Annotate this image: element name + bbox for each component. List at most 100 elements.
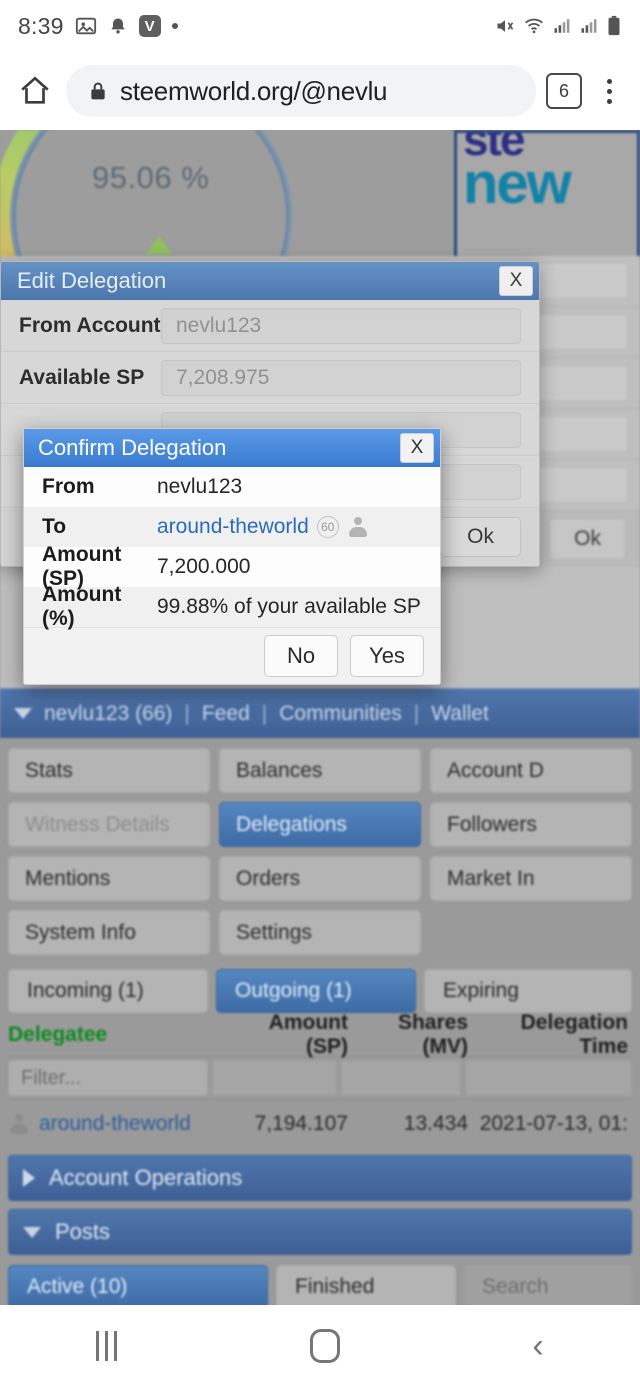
nav-link-communities[interactable]: Communities bbox=[279, 702, 402, 726]
menu-item-balances[interactable]: Balances bbox=[219, 748, 421, 793]
table-row[interactable]: around-theworld 7,194.107 13.434 2021-07… bbox=[8, 1099, 632, 1147]
cell-shares-mv: 13.434 bbox=[403, 1111, 468, 1135]
column-shares-mv[interactable]: Shares (MV) bbox=[348, 1011, 468, 1059]
posts-search-input[interactable]: Search bbox=[464, 1265, 632, 1305]
section-posts[interactable]: Posts bbox=[8, 1209, 632, 1255]
recent-apps-icon[interactable] bbox=[96, 1331, 118, 1361]
table-filter-row: Filter... bbox=[8, 1057, 632, 1099]
delegatee-name[interactable]: around-theworld bbox=[39, 1112, 191, 1136]
tab-finished-posts[interactable]: Finished bbox=[276, 1265, 456, 1305]
tab-expiring[interactable]: Expiring bbox=[424, 969, 632, 1013]
menu-item-witness-details[interactable]: Witness Details bbox=[8, 802, 210, 847]
confirm-value-to: around-theworld 60 bbox=[157, 515, 440, 539]
promo-image: ste new bbox=[457, 133, 637, 256]
url-text: steemworld.org/@nevlu bbox=[120, 75, 388, 106]
menu-item-followers[interactable]: Followers bbox=[430, 802, 632, 847]
android-navigation-bar: ‹ bbox=[0, 1305, 640, 1387]
section-account-operations[interactable]: Account Operations bbox=[8, 1155, 632, 1201]
nav-separator: | bbox=[184, 701, 190, 725]
edit-label-from-account: From Account bbox=[19, 313, 161, 337]
no-button[interactable]: No bbox=[264, 635, 338, 677]
lock-icon bbox=[88, 79, 108, 103]
filter-cell-amount[interactable] bbox=[212, 1060, 337, 1096]
menu-item-account-details[interactable]: Account D bbox=[430, 748, 632, 793]
edit-label-available-sp: Available SP bbox=[19, 365, 145, 389]
yes-button[interactable]: Yes bbox=[350, 635, 424, 677]
delegatee-link[interactable]: around-theworld bbox=[157, 515, 309, 539]
tab-active-posts[interactable]: Active (10) bbox=[8, 1265, 268, 1305]
chevron-right-icon bbox=[23, 1169, 35, 1187]
section-label: Account Operations bbox=[49, 1165, 243, 1190]
signal-icon bbox=[552, 17, 572, 35]
ok-button[interactable]: Ok bbox=[440, 517, 521, 557]
menu-item-mentions[interactable]: Mentions bbox=[8, 856, 210, 901]
gauge-value: 95.06 % bbox=[92, 160, 210, 195]
browser-toolbar: steemworld.org/@nevlu 6 bbox=[0, 52, 640, 130]
background-ok-button[interactable]: Ok bbox=[549, 518, 626, 560]
dot-icon bbox=[171, 23, 178, 29]
account-menu-grid: Stats Balances Account D Witness Details… bbox=[0, 738, 640, 959]
wifi-icon bbox=[523, 16, 545, 36]
hero-section: 95.06 % ste new 17 July romoted / @ Tuto bbox=[0, 130, 640, 256]
menu-item-delegations[interactable]: Delegations bbox=[219, 802, 421, 847]
signal-icon bbox=[579, 17, 599, 35]
filter-input[interactable]: Filter... bbox=[8, 1060, 208, 1096]
confirm-delegation-dialog: Confirm Delegation X From nevlu123 To ar… bbox=[23, 428, 441, 685]
posts-tabs: Active (10) Finished Search bbox=[0, 1255, 640, 1305]
edit-dialog-title: Edit Delegation bbox=[17, 268, 167, 293]
chevron-down-icon[interactable] bbox=[14, 708, 32, 719]
delegation-tabs: Incoming (1) Outgoing (1) Expiring bbox=[0, 959, 640, 1013]
chevron-down-icon bbox=[23, 1226, 41, 1238]
phone-screen: 8:39 V steemworld.org/@nevlu 6 95.06 % s… bbox=[0, 0, 640, 1387]
avatar-icon bbox=[8, 1113, 30, 1135]
confirm-row-to: To around-theworld 60 bbox=[24, 507, 440, 547]
gauge-marker-icon bbox=[146, 236, 172, 254]
back-icon[interactable]: ‹ bbox=[532, 1329, 543, 1363]
tab-counter-button[interactable]: 6 bbox=[546, 73, 582, 109]
menu-item-empty bbox=[430, 910, 632, 955]
browser-menu-icon[interactable] bbox=[592, 70, 626, 112]
promo-line2: new bbox=[463, 151, 572, 217]
reputation-badge: 60 bbox=[316, 516, 339, 538]
address-bar[interactable]: steemworld.org/@nevlu bbox=[66, 65, 536, 117]
menu-item-market-info[interactable]: Market In bbox=[430, 856, 632, 901]
confirm-value-from: nevlu123 bbox=[157, 475, 243, 498]
close-icon[interactable]: X bbox=[400, 433, 434, 463]
column-amount-sp[interactable]: Amount (SP) bbox=[223, 1011, 348, 1059]
nav-link-feed[interactable]: Feed bbox=[202, 702, 250, 726]
confirm-dialog-title: Confirm Delegation bbox=[38, 435, 227, 460]
filter-cell-time[interactable] bbox=[465, 1060, 632, 1096]
bell-icon bbox=[108, 16, 128, 36]
section-label: Posts bbox=[55, 1219, 111, 1244]
filter-cell-shares[interactable] bbox=[341, 1060, 461, 1096]
confirm-dialog-footer: No Yes bbox=[24, 627, 440, 684]
menu-item-stats[interactable]: Stats bbox=[8, 748, 210, 793]
menu-item-system-info[interactable]: System Info bbox=[8, 910, 210, 955]
from-account-input[interactable]: nevlu123 bbox=[161, 307, 521, 344]
account-name[interactable]: nevlu123 (66) bbox=[44, 702, 172, 726]
column-delegation-time[interactable]: Delegation Time bbox=[468, 1011, 632, 1059]
confirm-row-amount-sp: Amount (SP) 7,200.000 bbox=[24, 543, 440, 590]
table-header-row: Delegatee Amount (SP) Shares (MV) Delega… bbox=[8, 1011, 632, 1059]
nav-link-wallet[interactable]: Wallet bbox=[431, 702, 489, 726]
mute-icon bbox=[494, 16, 516, 36]
confirm-dialog-header: Confirm Delegation X bbox=[24, 429, 440, 467]
status-bar-left: 8:39 V bbox=[18, 13, 178, 40]
confirm-row-from: From nevlu123 bbox=[24, 467, 440, 507]
menu-item-settings[interactable]: Settings bbox=[219, 910, 421, 955]
promo-banner[interactable]: ste new 17 July romoted / @ bbox=[454, 130, 640, 256]
nav-separator: | bbox=[413, 701, 420, 725]
menu-item-orders[interactable]: Orders bbox=[219, 856, 421, 901]
home-icon[interactable] bbox=[14, 70, 56, 112]
close-icon[interactable]: X bbox=[499, 266, 533, 296]
confirm-value-amount-sp: 7,200.000 bbox=[157, 555, 251, 578]
avatar-icon bbox=[347, 516, 369, 538]
tab-outgoing[interactable]: Outgoing (1) bbox=[216, 969, 416, 1013]
column-delegatee[interactable]: Delegatee bbox=[8, 1023, 223, 1047]
status-bar-right bbox=[494, 15, 622, 37]
cell-delegatee[interactable]: around-theworld bbox=[8, 1112, 223, 1136]
home-icon[interactable] bbox=[309, 1329, 340, 1363]
account-nav-bar: nevlu123 (66) | Feed | Communities | Wal… bbox=[0, 688, 640, 738]
tab-incoming[interactable]: Incoming (1) bbox=[8, 969, 208, 1013]
available-sp-input[interactable]: 7,208.975 bbox=[161, 359, 521, 396]
